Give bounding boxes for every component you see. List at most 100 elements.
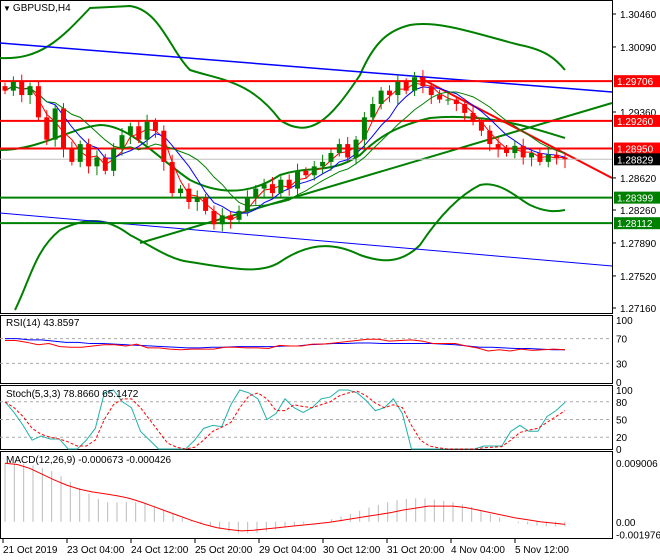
candle xyxy=(35,80,41,121)
candle xyxy=(320,154,326,174)
candle xyxy=(353,136,359,165)
candle-body xyxy=(295,170,301,189)
trendline-upper-blue[interactable] xyxy=(0,42,613,93)
candle-body xyxy=(244,197,250,211)
candle-body xyxy=(503,148,509,153)
candle-body xyxy=(35,86,41,118)
candle xyxy=(102,153,108,175)
level-price-label: 1.29260 xyxy=(617,117,654,128)
candle-body xyxy=(345,144,351,158)
candle-body xyxy=(278,179,284,194)
candle-body xyxy=(537,152,543,162)
candle xyxy=(520,138,526,165)
candle-body xyxy=(77,144,83,162)
candle xyxy=(370,96,376,121)
price-tick-label: 1.28260 xyxy=(620,206,657,217)
candle-body xyxy=(86,144,92,167)
time-tick-label: 5 Nov 12:00 xyxy=(515,545,569,556)
candle-body xyxy=(2,86,8,91)
candle xyxy=(386,85,392,103)
symbol-title: GBPUSD,H4 xyxy=(12,3,71,14)
candle xyxy=(261,178,267,198)
candle xyxy=(94,150,100,176)
candle xyxy=(10,76,16,96)
candle xyxy=(194,190,200,211)
candle xyxy=(236,205,242,224)
candle-body xyxy=(102,157,108,171)
axis-tick-label: 100 xyxy=(616,386,633,397)
axis-tick-label: 0.00 xyxy=(616,518,636,529)
candle-body xyxy=(353,139,359,158)
candle-body xyxy=(119,135,125,149)
candle xyxy=(2,82,8,95)
candle-body xyxy=(428,86,434,96)
candle-body xyxy=(370,103,376,118)
chart-window[interactable]: 1.30460 1.30090 1.29360 1.28620 1.28260 1.278… xyxy=(0,0,660,560)
candle xyxy=(27,82,33,104)
candle-body xyxy=(161,130,167,162)
time-tick-label: 23 Oct 04:00 xyxy=(67,545,125,556)
candle xyxy=(228,211,234,229)
price-tick-label: 1.28620 xyxy=(620,174,657,185)
price-tick-label: 1.30090 xyxy=(620,43,657,54)
time-tick-label: 29 Oct 04:00 xyxy=(259,545,317,556)
candle-body xyxy=(178,188,184,194)
candle-body xyxy=(487,130,493,145)
candle xyxy=(219,208,225,232)
candle-body xyxy=(286,179,292,189)
candle-body xyxy=(545,154,551,162)
time-tick-label: 24 Oct 12:00 xyxy=(131,545,189,556)
candle xyxy=(286,174,292,196)
axis-tick-label: 80 xyxy=(616,398,628,409)
candle-body xyxy=(328,152,334,162)
candle-body xyxy=(378,90,384,104)
candle-body xyxy=(420,77,426,87)
axis-tick-label: 0 xyxy=(616,445,622,456)
candle xyxy=(545,147,551,168)
time-tick-label: 4 Nov 04:00 xyxy=(451,545,505,556)
candle-body xyxy=(403,81,409,91)
candle xyxy=(86,138,92,174)
candle-body xyxy=(261,184,267,189)
candle-body xyxy=(361,117,367,140)
axis-tick-label: 70 xyxy=(616,335,628,346)
candle xyxy=(127,122,133,145)
candle-body xyxy=(69,148,75,162)
candle-body xyxy=(203,197,209,211)
trendline-lower-blue[interactable] xyxy=(0,212,613,267)
time-tick-label: 30 Oct 12:00 xyxy=(323,545,381,556)
axis-tick-label: 0.009006 xyxy=(616,459,658,470)
candle-body xyxy=(453,99,459,104)
chart-title: ▼ GBPUSD,H4 xyxy=(3,3,71,14)
candle-body xyxy=(194,197,200,202)
axis-tick-label: 50 xyxy=(616,416,628,427)
axis-tick-label: 20 xyxy=(616,433,628,444)
rsi-signal-line xyxy=(5,338,565,351)
chart-canvas[interactable]: 1.304601.300901.293601.286201.282601.278… xyxy=(0,0,660,560)
candle xyxy=(77,140,83,168)
symbol-arrow-icon: ▼ xyxy=(3,4,11,13)
candle-body xyxy=(478,121,484,131)
candle-body xyxy=(470,112,476,122)
candle xyxy=(19,74,25,103)
price-tick-label: 1.27160 xyxy=(620,304,657,315)
candle-body xyxy=(520,145,526,158)
candle xyxy=(186,183,192,210)
candle-body xyxy=(10,81,16,91)
candle-body xyxy=(495,144,501,149)
candle-body xyxy=(445,99,451,101)
candle-body xyxy=(336,144,342,153)
trendline-red-resistance[interactable] xyxy=(419,77,613,179)
candle-body xyxy=(169,161,175,194)
rsi-line xyxy=(5,338,566,352)
candle xyxy=(52,104,58,147)
time-tick-label: 25 Oct 20:00 xyxy=(195,545,253,556)
candle-body xyxy=(236,210,242,220)
axis-tick-label: 100 xyxy=(616,316,633,327)
level-price-label: 1.28112 xyxy=(617,219,653,230)
candle xyxy=(295,163,301,198)
candle-body xyxy=(136,126,142,140)
candle-body xyxy=(311,166,317,176)
candle-body xyxy=(228,215,234,220)
candle-body xyxy=(61,108,67,149)
